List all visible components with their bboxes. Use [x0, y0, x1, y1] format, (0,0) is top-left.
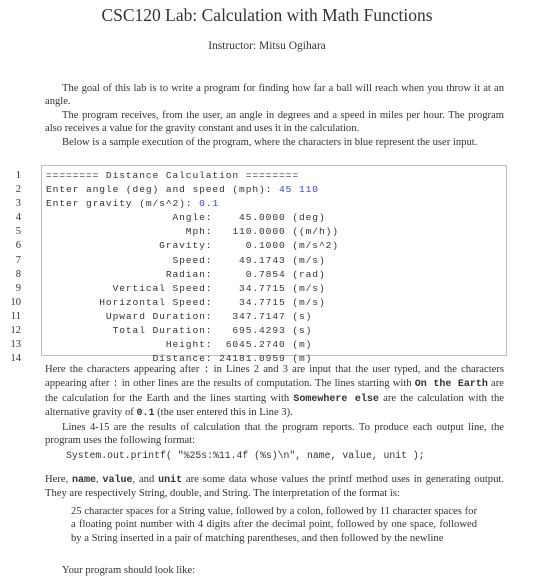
program-output: Radian: 0.7854 (rad) — [46, 268, 326, 280]
program-output: Horizontal Speed: 34.7715 (m/s) — [46, 296, 326, 308]
code-text: ======== Distance Calculation ======== — [46, 169, 299, 183]
text-run: , and — [132, 474, 159, 485]
line-number: 4 — [15, 212, 21, 224]
code-text: Upward Duration: 347.7147 (s) — [46, 310, 312, 324]
sample-execution-listing: 1 ======== Distance Calculation ======== 2… — [11, 165, 507, 364]
code-text: Total Duration: 695.4293 (s) — [46, 324, 312, 338]
line-number: 5 — [15, 226, 21, 238]
intro-paragraph: Below is a sample execution of the progr… — [62, 136, 478, 148]
code-text: Mph: 110.0000 ((m/h)) — [46, 225, 339, 239]
line-number: 1 — [15, 170, 21, 181]
intro-paragraph: The program receives, from the user, an … — [45, 109, 504, 135]
line-number: 13 — [10, 339, 22, 351]
code-text: Speed: 49.1743 (m/s) — [46, 254, 326, 268]
printf-code-example: System.out.printf( "%25s:%11.4f (%s)\n",… — [66, 450, 425, 461]
program-output: Upward Duration: 347.7147 (s) — [46, 310, 313, 322]
inline-code: value — [102, 475, 133, 486]
line-number: 10 — [10, 296, 22, 308]
code-text: Radian: 0.7854 (rad) — [46, 268, 326, 282]
program-output: ======== Distance Calculation ======== — [46, 170, 299, 181]
program-output: Speed: 49.1743 (m/s) — [46, 254, 326, 266]
instructor-line: Instructor: Mitsu Ogihara — [208, 40, 326, 52]
program-output: Height: 6045.2740 (m) — [46, 339, 313, 351]
format-explanation: Here, name, value, and unit are some dat… — [45, 473, 504, 501]
code-text: Vertical Speed: 34.7715 (m/s) — [46, 282, 326, 296]
code-text: Height: 6045.2740 (m) — [46, 338, 312, 352]
format-paragraph: Here, name, value, and unit are some dat… — [45, 473, 504, 501]
intro-paragraph: The goal of this lab is to write a progr… — [45, 83, 504, 108]
program-output: Angle: 45.0000 (deg) — [46, 212, 326, 224]
program-output: Gravity: 0.1000 (m/s^2) — [46, 240, 339, 252]
explanation-section: Here the characters appearing after : in… — [45, 363, 504, 447]
closing-line: Your program should look like: — [62, 565, 196, 576]
line-number: 14 — [10, 353, 22, 365]
format-quote: 25 character spaces for a String value, … — [71, 506, 477, 544]
explanation-paragraph: Here the characters appearing after : in… — [45, 363, 504, 421]
code-text: Horizontal Speed: 34.7715 (m/s) — [46, 296, 326, 310]
text-run: Here, — [45, 474, 73, 485]
text-run: in other lines are the results of comput… — [118, 378, 415, 390]
inline-code: unit — [158, 475, 183, 486]
code-text: Enter gravity (m/s^2): 0.1 — [46, 197, 219, 211]
document-title: CSC120 Lab: Calculation with Math Functi… — [101, 5, 433, 25]
line-number: 6 — [15, 240, 21, 252]
line-number: 7 — [15, 254, 21, 266]
program-output: Total Duration: 695.4293 (s) — [46, 325, 313, 337]
explanation-paragraph: Lines 4-15 are the results of calculatio… — [45, 421, 504, 447]
intro-section: The goal of this lab is to write a progr… — [45, 82, 504, 149]
code-text: Gravity: 0.1000 (m/s^2) — [46, 239, 339, 253]
line-number: 3 — [15, 198, 21, 210]
line-number: 9 — [15, 282, 21, 294]
code-text: Angle: 45.0000 (deg) — [46, 211, 326, 225]
user-input: 0.1 — [199, 198, 220, 210]
user-input: 45 110 — [279, 184, 319, 196]
inline-code: On the Earth — [414, 379, 488, 391]
line-number: 12 — [10, 325, 22, 337]
line-number: 2 — [15, 184, 21, 196]
program-output: Mph: 110.0000 ((m/h)) — [46, 226, 339, 238]
text-run: Here the characters appearing after — [45, 364, 204, 375]
program-output: Enter gravity (m/s^2): — [46, 198, 200, 210]
line-number: 8 — [15, 268, 21, 280]
inline-code: Somewhere else — [293, 393, 379, 405]
inline-code: 0.1 — [136, 408, 155, 420]
program-output: Enter angle (deg) and speed (mph): — [46, 184, 280, 196]
inline-code: name — [72, 475, 97, 486]
program-output: Vertical Speed: 34.7715 (m/s) — [46, 282, 326, 294]
code-text: Enter angle (deg) and speed (mph): 45 11… — [46, 183, 319, 197]
text-run: (the user entered this in Line 3). — [154, 407, 293, 419]
line-number: 11 — [10, 310, 21, 322]
